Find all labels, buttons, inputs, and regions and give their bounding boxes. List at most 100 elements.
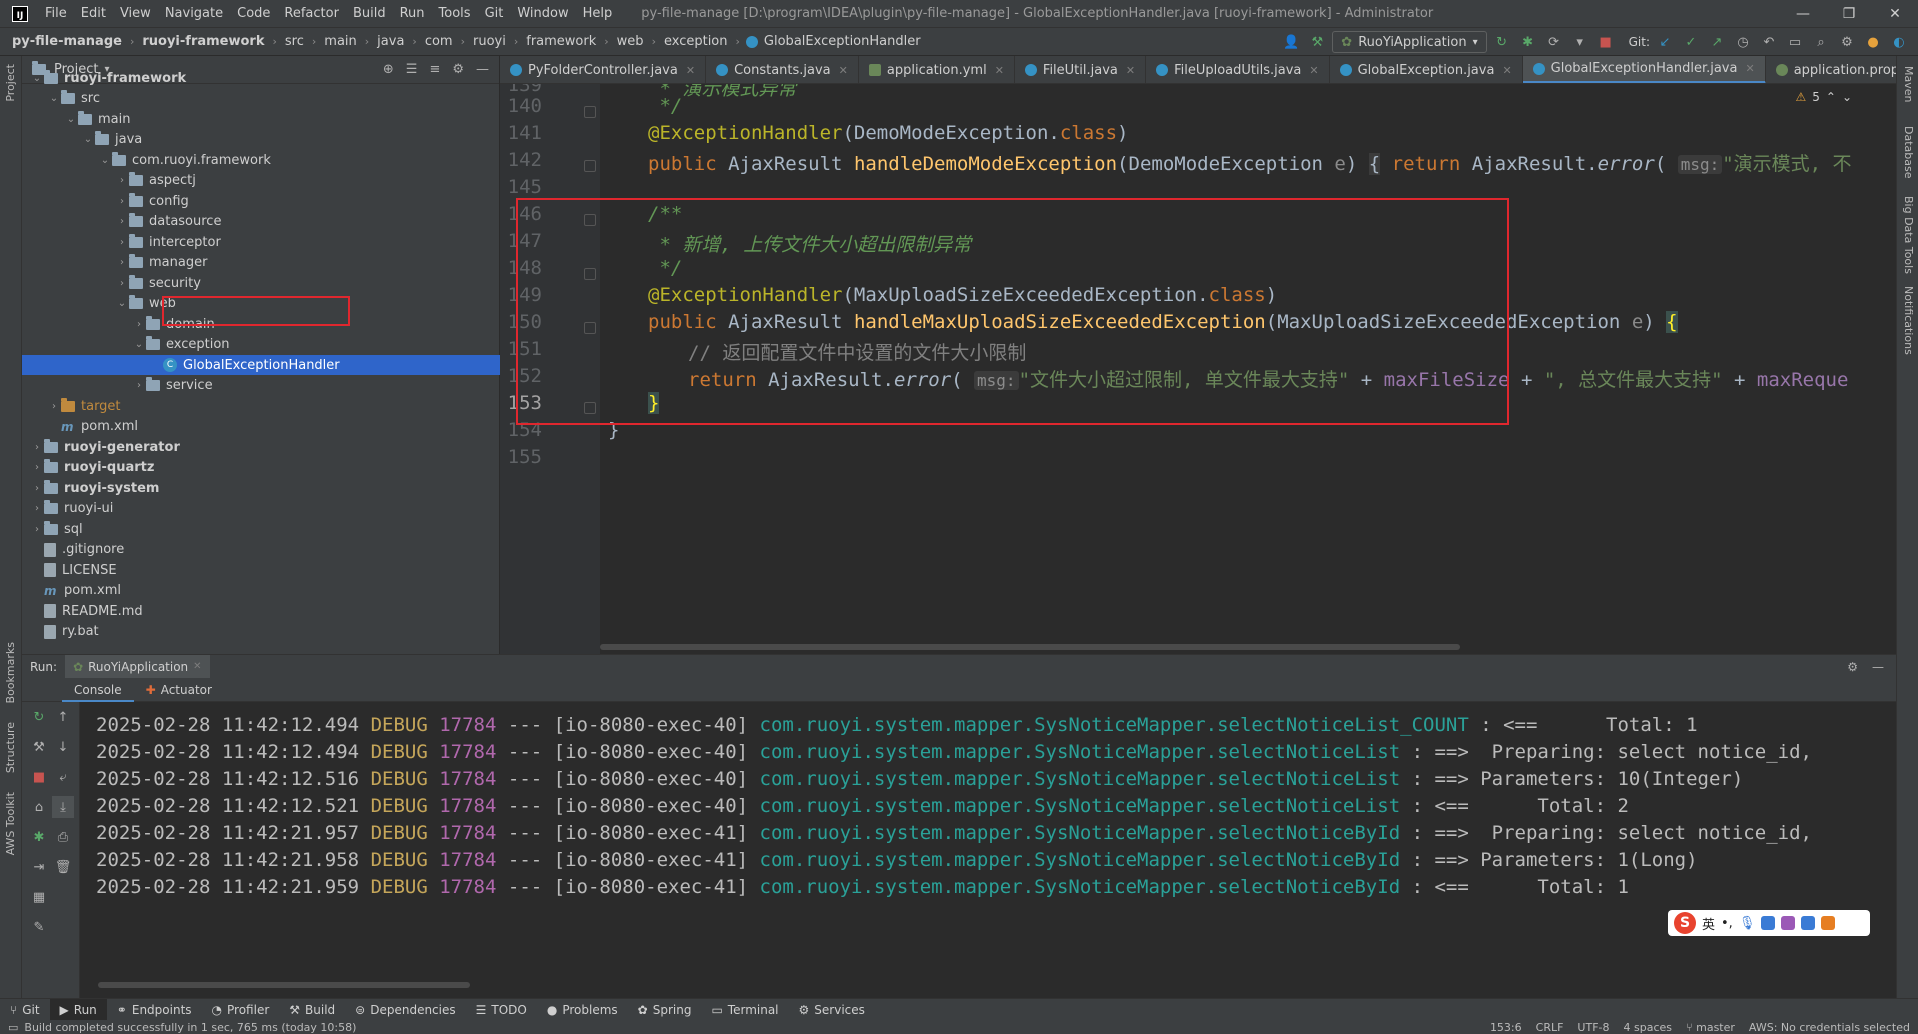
chevron-right-icon[interactable]: › xyxy=(132,319,146,330)
breadcrumb-item[interactable]: ruoyi-framework xyxy=(140,34,266,49)
sogou-logo-icon[interactable]: S xyxy=(1674,912,1696,934)
tool-tab-run[interactable]: ▶ Run xyxy=(49,998,107,1021)
git-commit-icon[interactable]: ✓ xyxy=(1680,31,1702,53)
skin-icon[interactable] xyxy=(1781,916,1796,930)
tree-item[interactable]: ⌄ main xyxy=(22,109,500,129)
status-message[interactable]: Build completed successfully in 1 sec, 7… xyxy=(24,1021,356,1034)
chevron-right-icon[interactable]: › xyxy=(30,503,44,514)
chevron-right-icon[interactable]: › xyxy=(30,524,44,535)
minimize-icon[interactable]: — xyxy=(1780,0,1826,28)
tree-item[interactable]: ⌄ java xyxy=(22,130,500,150)
maven-tool-button[interactable]: Maven xyxy=(1902,66,1915,102)
editor-tab[interactable]: application.yml ✕ xyxy=(859,56,1015,83)
aws-toolkit-tool-button[interactable]: AWS Toolkit xyxy=(4,792,17,855)
close-icon[interactable]: ✕ xyxy=(1309,64,1318,77)
tree-item[interactable]: › manager xyxy=(22,253,500,273)
editor-tab[interactable]: FileUploadUtils.java ✕ xyxy=(1146,56,1330,83)
chevron-right-icon[interactable]: › xyxy=(115,175,129,186)
chevron-down-icon[interactable]: ⌄ xyxy=(98,155,112,166)
update-icon[interactable]: ● xyxy=(1862,31,1884,53)
coverage-icon[interactable]: ⟳ xyxy=(1543,31,1565,53)
line-separator[interactable]: CRLF xyxy=(1536,1021,1564,1034)
toolbox-icon[interactable] xyxy=(1801,916,1816,930)
user-icon[interactable]: 👤 xyxy=(1280,31,1302,53)
ime-toolbar[interactable]: S 英 •, 🎙 xyxy=(1668,910,1870,936)
rollback-icon[interactable]: ↶ xyxy=(1758,31,1780,53)
menu-icon[interactable] xyxy=(1821,916,1836,930)
rerun-icon[interactable]: ↻ xyxy=(1491,31,1513,53)
tree-item[interactable]: › sql xyxy=(22,519,500,539)
menu-edit[interactable]: Edit xyxy=(74,0,113,28)
editor-tab[interactable]: PyFolderController.java ✕ xyxy=(500,56,707,83)
git-branch[interactable]: ⑂ master xyxy=(1686,1021,1735,1034)
code-editor[interactable]: 139 140 141 142 145 146 147 148 149 150 151 152 153 1… xyxy=(500,84,1896,654)
print-icon[interactable]: ⎙ xyxy=(52,826,74,848)
menu-window[interactable]: Window xyxy=(510,0,575,28)
close-icon[interactable]: ✕ xyxy=(193,661,201,672)
menu-refactor[interactable]: Refactor xyxy=(277,0,346,28)
chevron-down-icon[interactable]: ⌄ xyxy=(81,134,95,145)
stop-icon[interactable]: ■ xyxy=(1595,31,1617,53)
breadcrumb-item[interactable]: exception xyxy=(662,34,730,49)
close-icon[interactable]: ✕ xyxy=(1745,62,1754,75)
chevron-down-icon[interactable]: ⌄ xyxy=(132,339,146,350)
tree-item[interactable]: › ruoyi-system xyxy=(22,478,500,498)
chevron-right-icon[interactable]: › xyxy=(115,196,129,207)
tree-item[interactable]: › ruoyi-ui xyxy=(22,499,500,519)
database-tool-button[interactable]: Database xyxy=(1902,126,1915,179)
tree-item[interactable]: m pom.xml xyxy=(22,417,500,437)
menu-code[interactable]: Code xyxy=(230,0,277,28)
horizontal-scrollbar[interactable] xyxy=(98,982,470,988)
tree-item[interactable]: README.md xyxy=(22,601,500,621)
tree-item[interactable]: › config xyxy=(22,191,500,211)
layout-icon[interactable]: ▭ xyxy=(1784,31,1806,53)
chevron-down-icon[interactable]: ⌄ xyxy=(1842,90,1852,104)
build-hammer-icon[interactable]: ⚒ xyxy=(1306,31,1328,53)
editor-tab[interactable]: application.properties✕ xyxy=(1766,56,1896,83)
chevron-right-icon[interactable]: › xyxy=(132,380,146,391)
close-icon[interactable]: ✕ xyxy=(839,64,848,77)
tree-item[interactable]: › security xyxy=(22,273,500,293)
debug-icon[interactable]: ✱ xyxy=(1517,31,1539,53)
bookmarks-tool-button[interactable]: Bookmarks xyxy=(4,642,17,703)
editor-tab[interactable]: GlobalExceptionHandler.java ✕ xyxy=(1522,56,1766,83)
caret-position[interactable]: 153:6 xyxy=(1490,1021,1522,1034)
punctuation-icon[interactable]: •, xyxy=(1721,916,1733,931)
indent-setting[interactable]: 4 spaces xyxy=(1624,1021,1673,1034)
editor-tab[interactable]: Constants.java ✕ xyxy=(706,56,859,83)
chevron-right-icon[interactable]: › xyxy=(30,442,44,453)
chevron-right-icon[interactable]: › xyxy=(30,462,44,473)
breadcrumb-item[interactable]: web xyxy=(615,34,646,49)
chevron-down-icon[interactable]: ⌄ xyxy=(64,114,78,125)
tree-item[interactable]: .gitignore xyxy=(22,540,500,560)
tool-tab-dependencies[interactable]: ⊜ Dependencies xyxy=(345,999,465,1021)
aws-status[interactable]: AWS: No credentials selected xyxy=(1749,1021,1910,1034)
inspection-widget[interactable]: ⚠ 5 ⌃ ⌄ xyxy=(1795,90,1852,104)
tool-tab-services[interactable]: ⚙ Services xyxy=(789,999,875,1021)
close-icon[interactable]: ✕ xyxy=(686,64,695,77)
tree-item[interactable]: › aspectj xyxy=(22,171,500,191)
tool-tab-terminal[interactable]: ▭ Terminal xyxy=(701,999,788,1021)
maximize-icon[interactable]: ❐ xyxy=(1826,0,1872,28)
tab-actuator[interactable]: ✚ Actuator xyxy=(134,678,224,702)
chevron-right-icon[interactable]: › xyxy=(47,401,61,412)
editor-tab[interactable]: GlobalException.java ✕ xyxy=(1330,56,1523,83)
chevron-down-icon[interactable]: ⌄ xyxy=(115,298,129,309)
run-tab[interactable]: ✿ RuoYiApplication ✕ xyxy=(65,654,210,679)
breadcrumb-item[interactable]: main xyxy=(322,34,358,49)
chevron-right-icon[interactable]: › xyxy=(30,483,44,494)
fold-marker-icon[interactable] xyxy=(584,160,596,172)
soft-wrap-icon[interactable]: ⤶ xyxy=(52,766,74,788)
tree-item[interactable]: m pom.xml xyxy=(22,581,500,601)
tool-tab-git[interactable]: ⑂ Git xyxy=(0,999,50,1021)
git-update-icon[interactable]: ↙ xyxy=(1654,31,1676,53)
tree-item[interactable]: ⌄ com.ruoyi.framework xyxy=(22,150,500,170)
chevron-up-icon[interactable]: ⌃ xyxy=(1826,90,1836,104)
breadcrumb-item[interactable]: framework xyxy=(524,34,598,49)
console-output[interactable]: 2025-02-28 11:42:12.494 DEBUG 17784 --- … xyxy=(80,702,1896,998)
chevron-right-icon[interactable]: › xyxy=(115,257,129,268)
menu-build[interactable]: Build xyxy=(346,0,393,28)
ime-mode-label[interactable]: 英 xyxy=(1702,914,1715,933)
file-encoding[interactable]: UTF-8 xyxy=(1577,1021,1609,1034)
arrow-up-icon[interactable]: ↑ xyxy=(52,706,74,728)
